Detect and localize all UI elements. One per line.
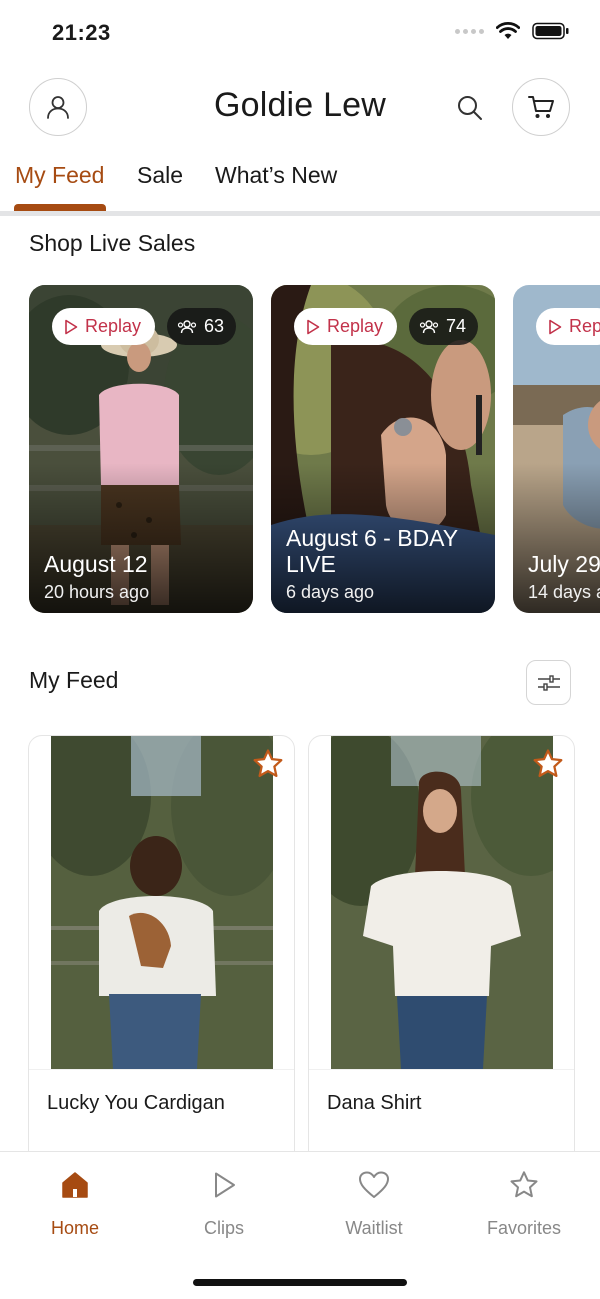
- favorite-star-icon[interactable]: [530, 746, 566, 782]
- cart-button[interactable]: [512, 78, 570, 136]
- replay-label: Rep: [569, 316, 600, 336]
- live-sale-card[interactable]: Rep July 29 14 days a: [513, 285, 600, 613]
- status-icons: [455, 22, 570, 40]
- heart-icon: [359, 1171, 389, 1198]
- nav-home-label: Home: [50, 1218, 99, 1238]
- live-sale-card[interactable]: Replay 63 August 12 20 hours ago: [29, 285, 253, 613]
- viewer-count-badge: 74: [409, 308, 479, 345]
- battery-icon: [532, 22, 569, 40]
- replay-label: Replay: [85, 316, 142, 336]
- feed-title: My Feed: [29, 667, 119, 693]
- product-photo: [51, 736, 273, 1069]
- feed-tabs: My Feed Sale What’s New: [0, 160, 600, 216]
- replay-button[interactable]: Rep: [536, 308, 600, 345]
- replay-label: Replay: [327, 316, 384, 336]
- product-photo: [331, 736, 553, 1069]
- live-sale-time-ago: 20 hours ago: [44, 582, 150, 602]
- play-icon: [215, 1172, 235, 1198]
- nav-clips-label: Clips: [203, 1218, 244, 1238]
- product-divider: [309, 1069, 574, 1070]
- nav-home[interactable]: Home: [15, 1166, 135, 1239]
- people-icon: [177, 319, 197, 333]
- sliders-icon: [537, 674, 560, 691]
- status-bar: 21:23: [0, 0, 600, 64]
- cart-icon: [528, 96, 554, 118]
- product-card[interactable]: Dana Shirt: [308, 735, 575, 1165]
- play-outline-icon: [307, 319, 320, 334]
- favorite-star-icon[interactable]: [250, 746, 286, 782]
- tabs-divider: [0, 211, 600, 216]
- product-name: Lucky You Cardigan: [47, 1092, 225, 1114]
- viewer-count: 74: [446, 316, 467, 336]
- product-card[interactable]: Lucky You Cardigan: [28, 735, 295, 1165]
- search-icon: [458, 96, 482, 120]
- live-sale-time-ago: 14 days a: [528, 582, 600, 602]
- viewer-count-badge: 63: [167, 308, 237, 345]
- home-icon: [62, 1172, 88, 1198]
- tab-sale[interactable]: Sale: [137, 162, 183, 189]
- live-sale-time-ago: 6 days ago: [286, 582, 375, 602]
- star-icon: [510, 1171, 538, 1198]
- filter-button[interactable]: [526, 660, 571, 705]
- nav-clips[interactable]: Clips: [164, 1166, 284, 1239]
- viewer-count: 63: [204, 316, 225, 336]
- live-sale-name: August 6 - BDAY LIVE: [286, 525, 458, 577]
- play-outline-icon: [65, 319, 78, 334]
- nav-waitlist[interactable]: Waitlist: [314, 1166, 434, 1239]
- product-divider: [29, 1069, 294, 1070]
- status-time: 21:23: [52, 20, 111, 45]
- search-button[interactable]: [450, 88, 490, 128]
- home-indicator: [193, 1279, 407, 1286]
- nav-favorites-label: Favorites: [486, 1218, 562, 1238]
- app-header: Goldie Lew: [0, 78, 600, 138]
- play-outline-icon: [549, 319, 562, 334]
- signal-icon: [455, 28, 484, 34]
- store-title: Goldie Lew: [213, 86, 387, 124]
- tab-whats-new[interactable]: What’s New: [215, 162, 337, 189]
- bottom-nav: Home Clips Waitlist Favorites: [0, 1151, 600, 1299]
- live-sale-card[interactable]: Replay 74 August 6 - BDAY LIVE 6 days ag…: [271, 285, 495, 613]
- nav-favorites[interactable]: Favorites: [464, 1166, 584, 1239]
- nav-waitlist-label: Waitlist: [345, 1218, 403, 1238]
- product-name: Dana Shirt: [327, 1092, 422, 1114]
- wifi-icon: [496, 22, 520, 39]
- live-sale-name: August 12: [44, 551, 148, 577]
- live-sales-title: Shop Live Sales: [29, 230, 196, 256]
- people-icon: [419, 319, 439, 333]
- replay-button[interactable]: Replay: [294, 308, 398, 345]
- tab-my-feed[interactable]: My Feed: [15, 162, 104, 189]
- replay-button[interactable]: Replay: [52, 308, 156, 345]
- live-sale-name: July 29: [528, 551, 600, 577]
